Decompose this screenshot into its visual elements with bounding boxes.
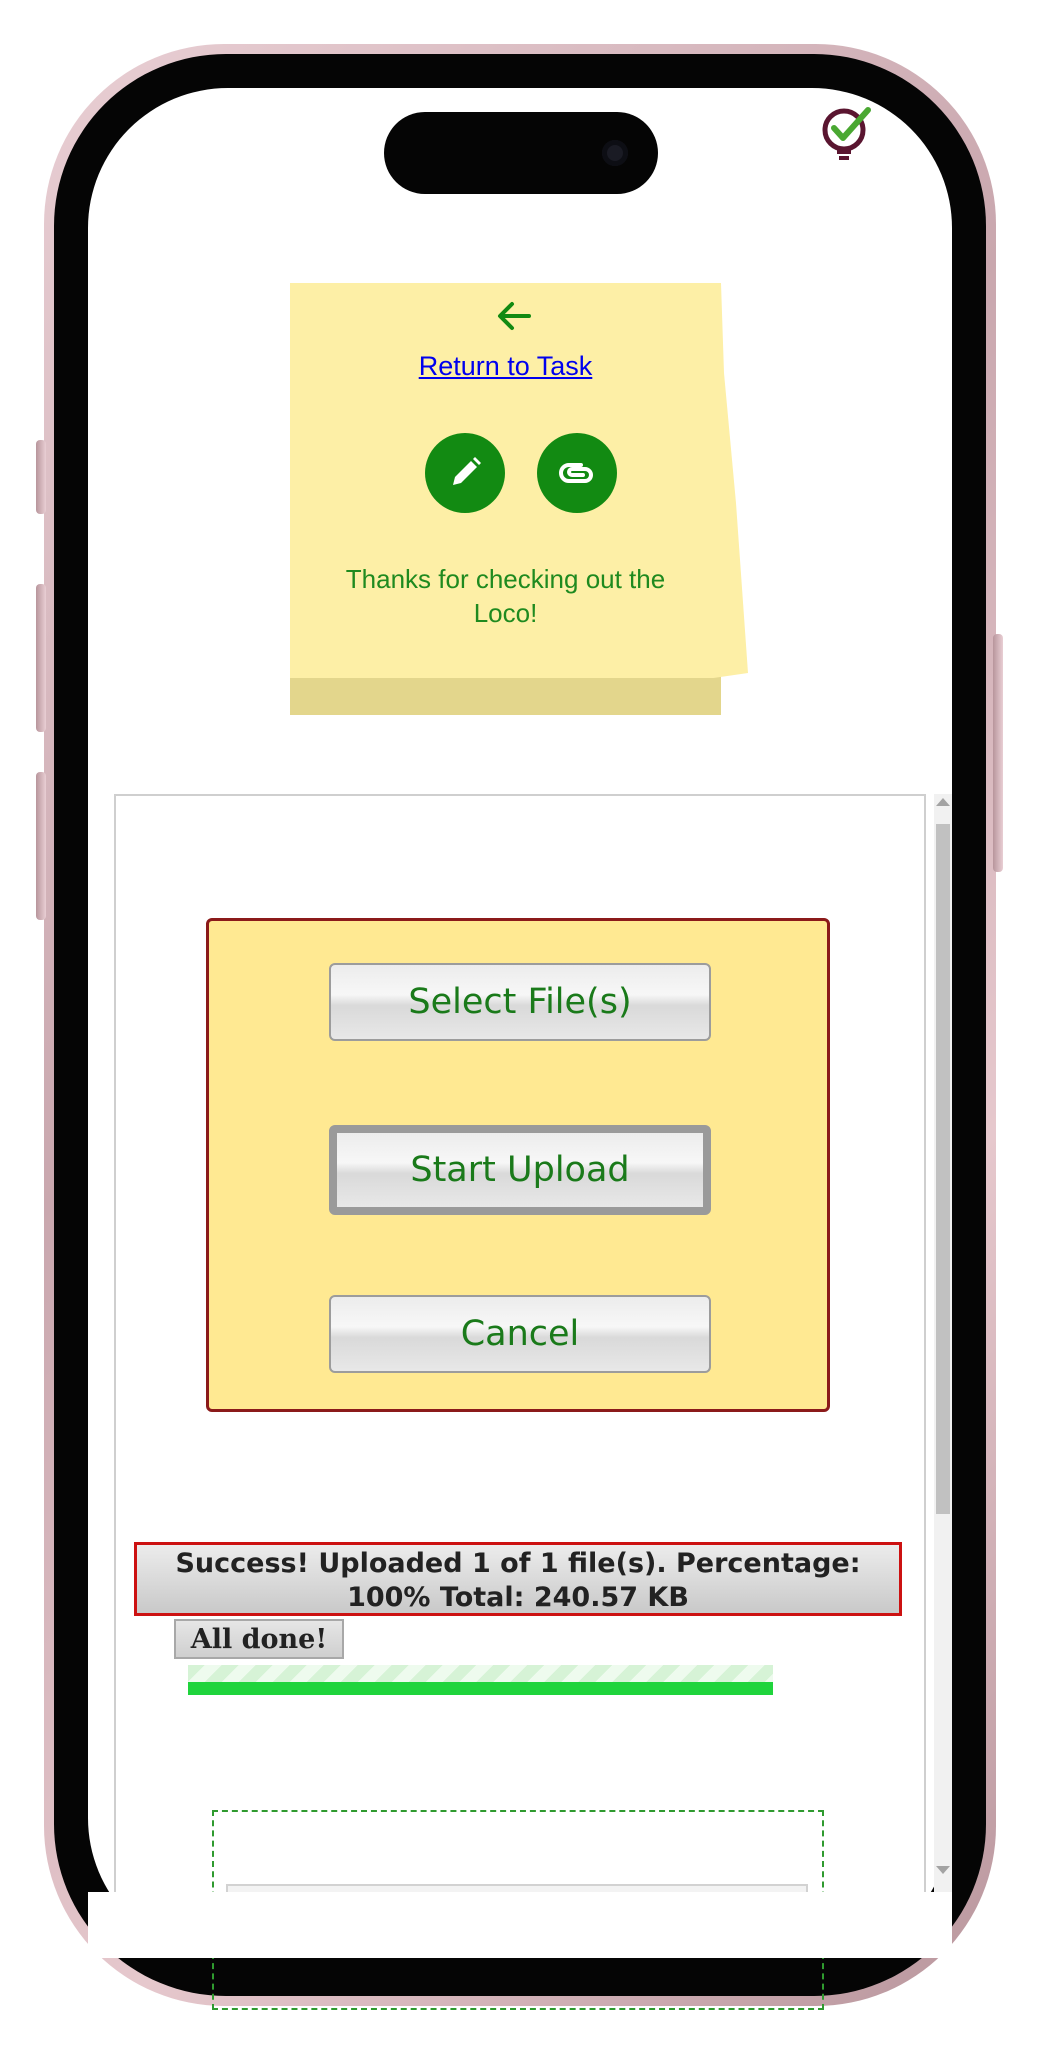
scroll-up-arrow-icon[interactable]	[936, 798, 950, 806]
upload-progress-fill	[188, 1665, 773, 1695]
attach-button[interactable]	[537, 433, 617, 513]
cancel-button[interactable]: Cancel	[329, 1295, 711, 1373]
scroll-down-arrow-icon[interactable]	[936, 1866, 950, 1874]
return-to-task-link[interactable]: Return to Task	[290, 351, 721, 382]
scroll-thumb[interactable]	[936, 824, 950, 1514]
pencil-icon	[453, 457, 481, 485]
screen-bottom	[88, 1892, 952, 1958]
camera-icon	[602, 140, 628, 166]
volume-down-button	[36, 772, 46, 920]
dynamic-island	[384, 112, 658, 194]
scrollbar[interactable]	[934, 794, 952, 1892]
action-button	[36, 440, 46, 514]
all-done-label: All done!	[174, 1619, 344, 1659]
note-message: Thanks for checking out the Loco!	[345, 564, 666, 628]
upload-controls: Select File(s) Start Upload Cancel	[206, 918, 830, 1412]
edit-button[interactable]	[425, 433, 505, 513]
paperclip-icon	[559, 463, 593, 483]
select-files-button[interactable]: Select File(s)	[329, 963, 711, 1041]
power-button	[993, 634, 1003, 872]
lightbulb-check-icon[interactable]	[818, 104, 874, 164]
sticky-note: Return to Task Thanks for checking out t…	[290, 283, 748, 715]
start-upload-button[interactable]: Start Upload	[329, 1125, 711, 1215]
upload-status-message: Success! Uploaded 1 of 1 file(s). Percen…	[134, 1542, 902, 1616]
arrow-left-icon[interactable]	[497, 301, 531, 331]
upload-progress-bar	[188, 1665, 773, 1695]
volume-up-button	[36, 584, 46, 732]
